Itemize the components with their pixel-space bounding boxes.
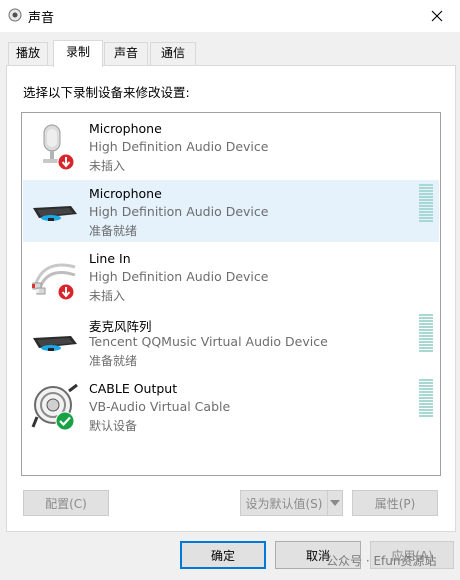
device-status: 未插入 bbox=[89, 289, 126, 303]
unplugged-badge-icon bbox=[57, 153, 75, 171]
device-description: High Definition Audio Device bbox=[89, 139, 269, 154]
list-item[interactable]: Line In High Definition Audio Device 未插入 bbox=[23, 245, 439, 307]
configure-button[interactable]: 配置(C) bbox=[23, 490, 109, 516]
window-title: 声音 bbox=[28, 11, 55, 26]
set-default-dropdown[interactable] bbox=[327, 490, 343, 516]
set-default-button[interactable]: 设为默认值(S) bbox=[240, 490, 328, 516]
ok-button[interactable]: 确定 bbox=[180, 541, 266, 569]
tab-recording[interactable]: 录制 bbox=[53, 40, 103, 67]
tab-playback[interactable]: 播放 bbox=[8, 42, 48, 65]
list-item[interactable]: Microphone High Definition Audio Device … bbox=[23, 115, 439, 177]
level-meter bbox=[419, 379, 433, 417]
device-status: 准备就绪 bbox=[89, 354, 138, 368]
device-status: 默认设备 bbox=[89, 419, 138, 433]
device-name: Line In bbox=[89, 251, 131, 266]
device-list[interactable]: Microphone High Definition Audio Device … bbox=[21, 112, 441, 476]
level-meter bbox=[419, 184, 433, 222]
bar-microphone-icon bbox=[33, 206, 77, 221]
device-name: CABLE Output bbox=[89, 381, 178, 396]
speaker-icon bbox=[8, 8, 22, 22]
watermark-text: 公众号 · Efun资源站 bbox=[326, 554, 437, 568]
close-button[interactable] bbox=[414, 0, 460, 32]
tab-communications[interactable]: 通信 bbox=[150, 42, 196, 65]
panel-caption: 选择以下录制设备来修改设置: bbox=[23, 85, 190, 100]
device-description: High Definition Audio Device bbox=[89, 269, 269, 284]
bar-microphone-icon bbox=[33, 336, 77, 351]
chevron-down-icon bbox=[330, 500, 340, 506]
device-name: 麦克风阵列 bbox=[89, 319, 152, 334]
recording-panel: 选择以下录制设备来修改设置: Microphone High Definitio… bbox=[6, 65, 456, 532]
properties-button[interactable]: 属性(P) bbox=[352, 490, 438, 516]
device-description: High Definition Audio Device bbox=[89, 204, 269, 219]
device-name: Microphone bbox=[89, 121, 162, 136]
device-status: 未插入 bbox=[89, 159, 126, 173]
title-bar: 声音 bbox=[0, 0, 460, 32]
list-item[interactable]: CABLE Output VB-Audio Virtual Cable 默认设备 bbox=[23, 375, 439, 437]
device-description: Tencent QQMusic Virtual Audio Device bbox=[89, 334, 328, 349]
list-item-selected[interactable]: Microphone High Definition Audio Device … bbox=[23, 180, 439, 242]
close-icon bbox=[431, 10, 443, 22]
tab-sounds[interactable]: 声音 bbox=[104, 42, 148, 65]
unplugged-badge-icon bbox=[57, 283, 75, 301]
device-name: Microphone bbox=[89, 186, 162, 201]
device-description: VB-Audio Virtual Cable bbox=[89, 399, 231, 414]
list-item[interactable]: 麦克风阵列 Tencent QQMusic Virtual Audio Devi… bbox=[23, 310, 439, 372]
device-status: 准备就绪 bbox=[89, 224, 138, 238]
default-check-badge-icon bbox=[55, 411, 75, 431]
level-meter bbox=[419, 314, 433, 352]
